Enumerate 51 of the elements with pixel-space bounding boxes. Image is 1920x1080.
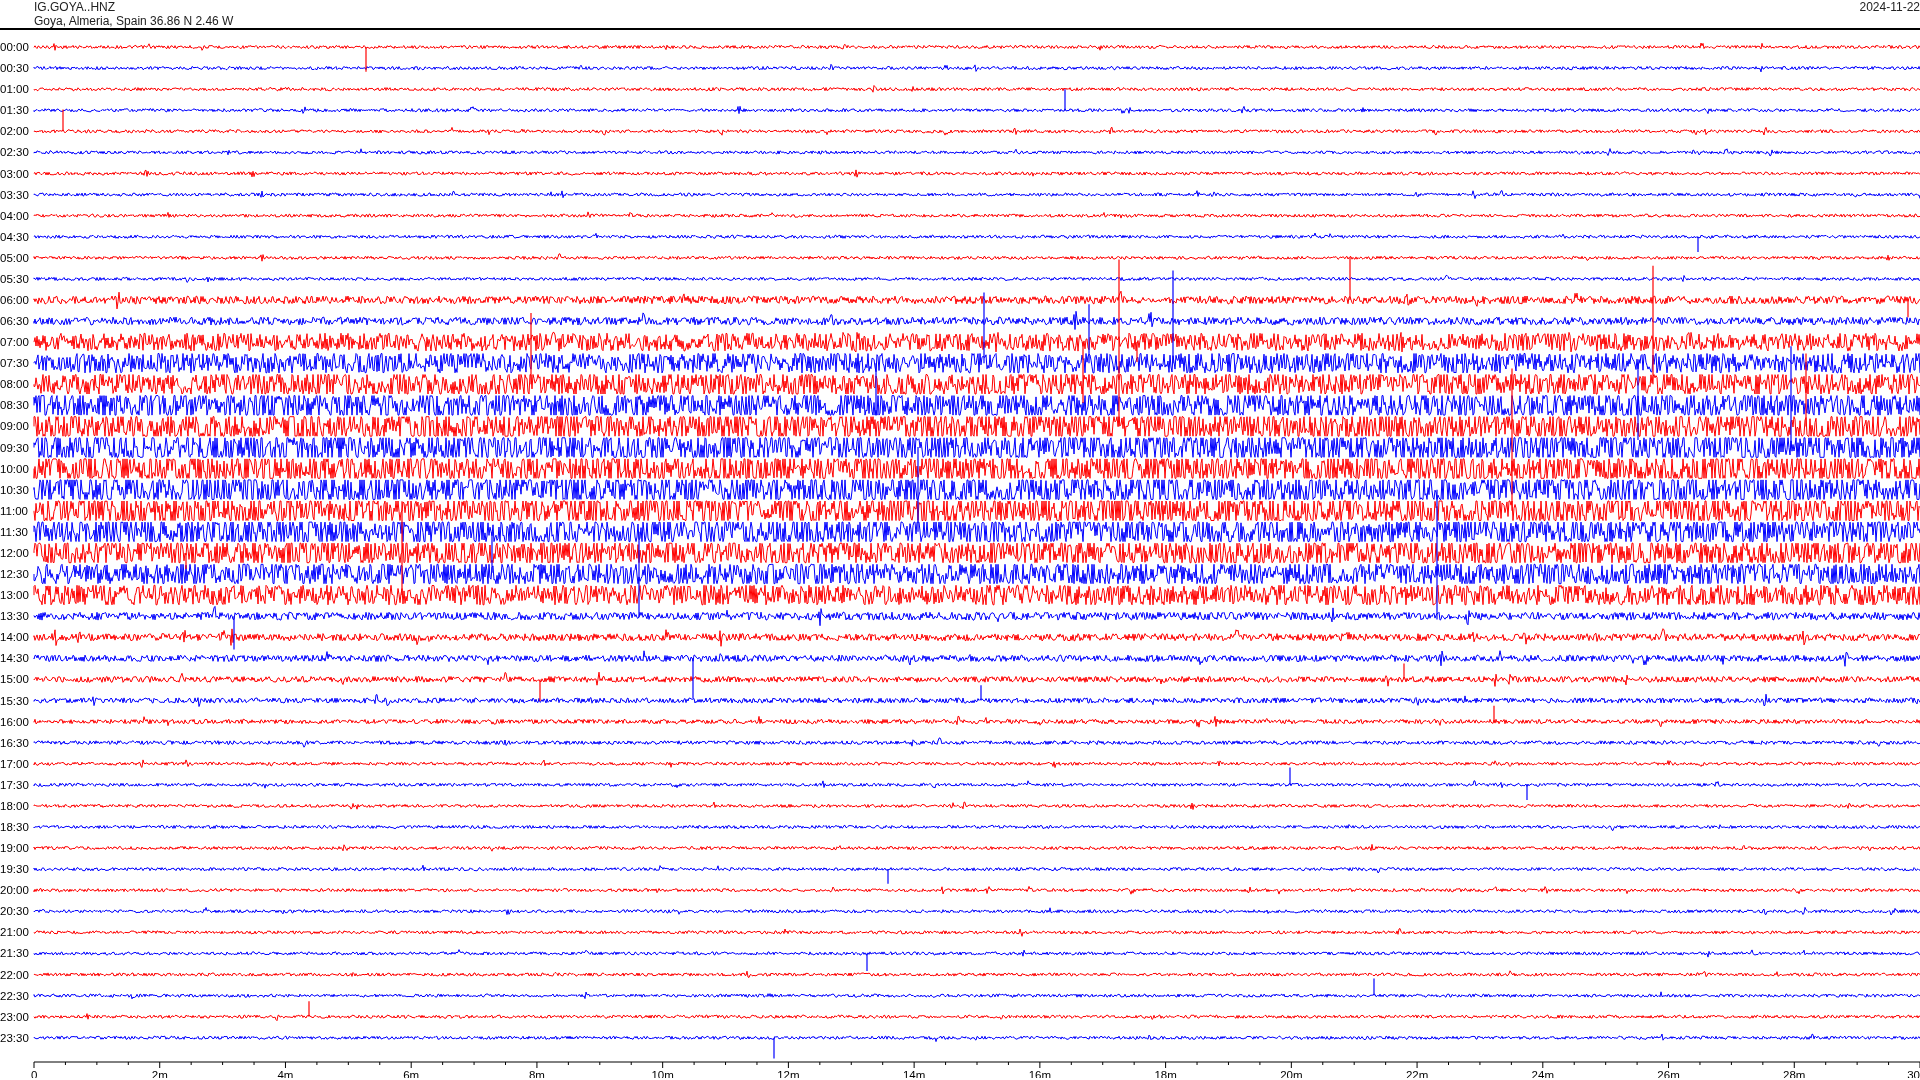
time-label: 11:30 — [0, 525, 28, 538]
time-label: 02:00 — [0, 125, 29, 138]
time-label: 09:00 — [0, 420, 29, 433]
time-label: 21:00 — [0, 926, 29, 939]
time-label: 00:00 — [0, 41, 29, 53]
time-label: 23:30 — [0, 1031, 29, 1044]
time-label: 20:00 — [0, 884, 29, 897]
time-label: 10:00 — [0, 462, 29, 475]
station-code: IG.GOYA..HNZ — [34, 0, 116, 14]
station-location: Goya, Almeria, Spain 36.86 N 2.46 W — [34, 14, 234, 28]
time-label: 22:30 — [0, 989, 29, 1002]
time-label: 03:30 — [0, 188, 29, 201]
time-label: 16:00 — [0, 715, 29, 728]
time-label: 14:00 — [0, 631, 29, 644]
plot-date: 2024-11-22 — [1859, 0, 1920, 14]
time-label: 13:30 — [0, 610, 29, 623]
time-label: 12:00 — [0, 546, 29, 559]
time-label: 15:30 — [0, 694, 29, 707]
time-label: 14:30 — [0, 652, 29, 665]
time-label: 08:30 — [0, 399, 29, 412]
time-label: 08:00 — [0, 378, 29, 391]
time-label: 22:00 — [0, 968, 29, 981]
time-label: 03:00 — [0, 167, 29, 180]
time-label: 06:30 — [0, 315, 29, 327]
time-label: 09:30 — [0, 441, 29, 454]
time-label: 17:30 — [0, 778, 29, 791]
time-label: 05:30 — [0, 272, 29, 285]
time-label: 18:30 — [0, 821, 29, 833]
time-label: 16:30 — [0, 736, 29, 749]
time-label: 11:00 — [0, 504, 28, 517]
time-label: 10:30 — [0, 483, 29, 496]
time-label: 06:00 — [0, 294, 29, 306]
time-label: 04:30 — [0, 230, 29, 243]
time-label: 19:00 — [0, 842, 29, 854]
time-label: 00:30 — [0, 62, 29, 75]
time-label: 18:00 — [0, 799, 29, 812]
time-label: 04:00 — [0, 209, 29, 222]
time-label: 12:30 — [0, 568, 29, 580]
time-label: 01:30 — [0, 104, 29, 117]
time-label: 07:30 — [0, 357, 29, 370]
time-label: 05:00 — [0, 251, 29, 264]
time-label: 23:00 — [0, 1010, 29, 1023]
time-label: 19:30 — [0, 863, 29, 876]
time-label: 20:30 — [0, 905, 29, 918]
time-label: 15:00 — [0, 673, 29, 686]
time-label: 02:30 — [0, 146, 29, 159]
time-label: 01:00 — [0, 83, 29, 96]
time-label: 21:30 — [0, 947, 29, 960]
time-label: 07:00 — [0, 336, 29, 349]
time-label: 17:00 — [0, 757, 29, 770]
time-label: 13:00 — [0, 589, 29, 602]
